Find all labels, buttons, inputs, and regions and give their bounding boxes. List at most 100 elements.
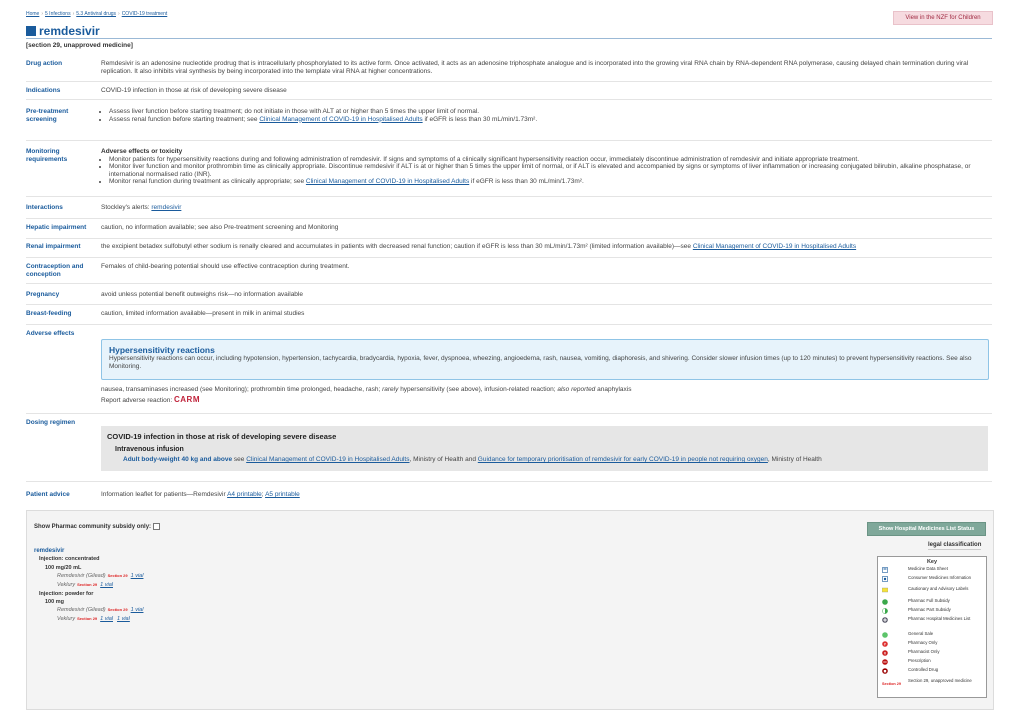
section-text: Assess liver function before starting tr…	[101, 108, 986, 123]
section-contraception: Contraception and conception Females of …	[26, 263, 992, 284]
prioritisation-guidance-link[interactable]: Guidance for temporary prioritisation of…	[478, 456, 768, 463]
key-item: R Pharmacist Only	[882, 649, 940, 656]
breadcrumb-infections[interactable]: 5 Infections	[45, 11, 71, 17]
section-label: Pre-treatment screening	[26, 108, 69, 123]
section-text: Adverse effects or toxicity Monitor pati…	[101, 148, 986, 186]
subsidy-filter: Show Pharmac community subsidy only:	[34, 523, 161, 530]
breadcrumb-home[interactable]: Home	[26, 11, 39, 17]
breadcrumb-antiviral[interactable]: 5.3 Antiviral drugs	[76, 11, 116, 17]
section-drug-action: Drug action Remdesivir is an adenosine n…	[26, 60, 992, 82]
key-item: Prescription	[882, 658, 982, 667]
section-label: Hepatic impairment	[26, 224, 87, 231]
controlled-drug-icon	[882, 668, 888, 674]
adverse-text: nausea, transaminases increased (see Mon…	[101, 386, 632, 404]
consumer-info-icon	[882, 576, 888, 582]
carm-logo[interactable]: CARM	[174, 395, 200, 404]
section-text: caution, limited information available—p…	[101, 310, 305, 317]
pretreatment-item-2: Assess renal function before starting tr…	[109, 116, 986, 124]
pharmacy-only-icon: P	[882, 641, 888, 647]
pack-link[interactable]: 1 vial	[100, 616, 113, 622]
section-label: Dosing regimen	[26, 419, 76, 426]
a4-printable-link[interactable]: A4 printable	[227, 491, 262, 498]
part-subsidy-icon	[882, 608, 888, 614]
section-renal: Renal impairment the excipient betadex s…	[26, 243, 992, 258]
section-hepatic: Hepatic impairment caution, no informati…	[26, 224, 992, 239]
hypersensitivity-text: Hypersensitivity reactions can occur, in…	[109, 355, 972, 370]
key-item: Consumer Medicines Information	[882, 575, 982, 584]
dosing-box: COVID-19 infection in those at risk of d…	[101, 426, 988, 471]
section-label: Indications	[26, 87, 61, 94]
clinical-management-link[interactable]: Clinical Management of COVID-19 in Hospi…	[259, 116, 422, 123]
nzf-children-button[interactable]: View in the NZF for Children	[893, 11, 993, 25]
section-indications: Indications COVID-19 infection in those …	[26, 87, 992, 100]
dosing-line: Adult body-weight 40 kg and above see Cl…	[123, 456, 822, 463]
full-subsidy-icon	[882, 599, 888, 605]
section-text: Stockley's alerts: remdesivir	[101, 204, 182, 211]
form-strength: 100 mg/20 mL	[45, 565, 82, 571]
section-label: Interactions	[26, 204, 63, 211]
pretreatment-item-1: Assess liver function before starting tr…	[109, 108, 986, 116]
drug-icon	[26, 26, 36, 36]
a5-printable-link[interactable]: A5 printable	[265, 491, 300, 498]
pack-link[interactable]: 1 vial	[131, 607, 144, 613]
section-label: Drug action	[26, 60, 63, 67]
stockley-link[interactable]: remdesivir	[151, 204, 181, 211]
breadcrumb: Home › 5 Infections › 5.3 Antiviral drugs › CO…	[26, 11, 168, 17]
section-text: avoid unless potential benefit outweighs…	[101, 291, 303, 298]
subsidy-panel: Show Pharmac community subsidy only: Sho…	[26, 510, 994, 710]
section-text: Females of child-bearing potential shoul…	[101, 263, 350, 270]
breadcrumb-covid[interactable]: COVID-19 treatment	[122, 11, 168, 17]
clinical-management-link[interactable]: Clinical Management of COVID-19 in Hospi…	[306, 178, 469, 185]
pack-link[interactable]: 1 vial	[100, 582, 113, 588]
section-label: Patient advice	[26, 491, 70, 498]
section-label: Adverse effects	[26, 330, 75, 337]
section-label: Pregnancy	[26, 291, 60, 298]
key-item: Controlled Drug	[882, 667, 982, 676]
key-title: Key	[926, 559, 938, 565]
clinical-management-link[interactable]: Clinical Management of COVID-19 in Hospi…	[693, 243, 856, 250]
section-text: Remdesivir is an adenosine nucleotide pr…	[101, 60, 969, 75]
section-breastfeeding: Breast-feeding caution, limited informat…	[26, 310, 992, 325]
key-item: Pharmac Hospital Medicines List	[882, 616, 982, 625]
section-interactions: Interactions Stockley's alerts: remdesiv…	[26, 204, 992, 219]
section-29-badge: Section 29	[882, 682, 901, 686]
monitoring-item-1: Monitor patients for hypersensitivity re…	[109, 156, 986, 164]
section-pregnancy: Pregnancy avoid unless potential benefit…	[26, 291, 992, 305]
hospital-list-icon	[882, 617, 888, 623]
medicine-name[interactable]: remdesivir	[34, 548, 64, 554]
key-item: Pharmac Full Subsidy	[882, 598, 982, 607]
hospital-list-button[interactable]: Show Hospital Medicines List Status	[867, 522, 986, 536]
section-text: COVID-19 infection in those at risk of d…	[101, 87, 287, 94]
pharmacist-only-icon: R	[882, 650, 888, 656]
section-label: Breast-feeding	[26, 310, 72, 317]
key-item: Section 29 Section 29, unapproved medici…	[882, 678, 972, 686]
section-text: Information leaflet for patients—Remdesi…	[101, 491, 300, 498]
section-monitoring: Monitoring requirements Adverse effects …	[26, 148, 992, 197]
product-row: Remdesivir (Gilead) Section 29 1 vial	[57, 607, 144, 613]
section-label: Contraception and conception	[26, 263, 84, 278]
pack-link[interactable]: 1 vial	[117, 616, 130, 622]
key-item: Cautionary and Advisory Labels	[882, 586, 982, 595]
key-item: P Pharmacy Only	[882, 640, 938, 647]
hypersensitivity-box: Hypersensitivity reactions Hypersensitiv…	[101, 339, 989, 380]
form-name: Injection: concentrated	[39, 556, 100, 562]
dosing-title: COVID-19 infection in those at risk of d…	[107, 432, 337, 441]
subsidy-checkbox[interactable]	[153, 523, 161, 530]
product-row: Veklury Section 29 1 vial 1 vial	[57, 616, 130, 622]
clinical-management-link[interactable]: Clinical Management of COVID-19 in Hospi…	[246, 456, 409, 463]
report-label: Report adverse reaction:	[101, 396, 173, 404]
legal-classification-label: legal classification	[928, 542, 982, 550]
key-item: General Sale	[882, 631, 982, 640]
pack-link[interactable]: 1 vial	[131, 573, 144, 579]
form-name: Injection: powder for	[39, 591, 94, 597]
title-bar: remdesivir	[26, 24, 992, 39]
advisory-label-icon	[882, 587, 888, 593]
key-item: Pharmac Part Subsidy	[882, 607, 982, 616]
hypersensitivity-title: Hypersensitivity reactions	[109, 345, 215, 355]
product-row: Veklury Section 29 1 vial	[57, 582, 113, 588]
page-title: remdesivir	[39, 24, 100, 38]
key-item: Medicine Data Sheet	[882, 566, 982, 575]
form-strength: 100 mg	[45, 599, 64, 605]
data-sheet-icon	[882, 567, 888, 573]
product-row: Remdesivir (Gilead) Section 29 1 vial	[57, 573, 144, 579]
